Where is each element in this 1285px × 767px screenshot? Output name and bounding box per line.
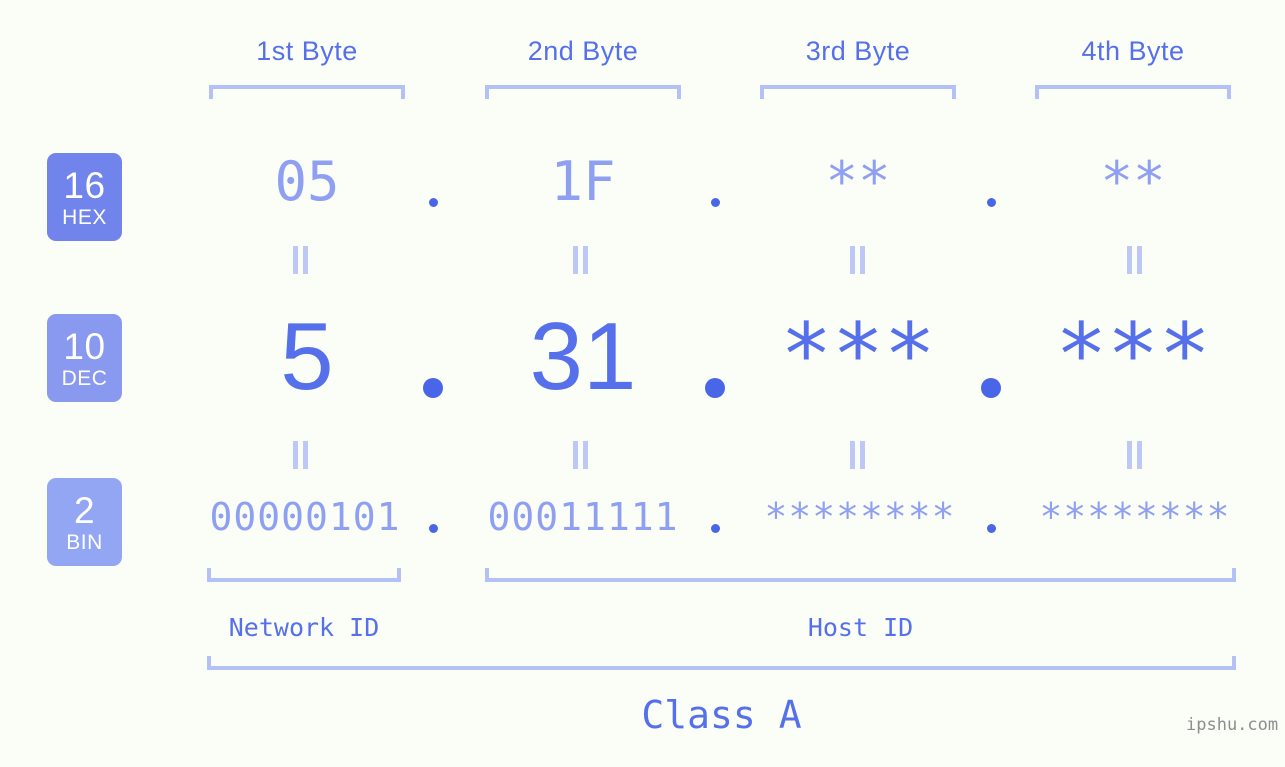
equals-icon-dec-bin-3 — [850, 441, 866, 469]
watermark: ipshu.com — [1186, 715, 1279, 735]
equals-icon-hex-dec-4 — [1127, 246, 1143, 274]
byte-header-label-4: 4th Byte — [1081, 36, 1185, 66]
bin-value-byte-4: ******** — [1039, 495, 1231, 539]
dec-value-byte-2: 31 — [529, 303, 637, 410]
host-id-bracket — [485, 568, 1236, 582]
byte-bracket-2 — [485, 85, 681, 99]
bin-value-byte-1: 00000101 — [209, 495, 401, 539]
equals-icon-dec-bin-1 — [293, 441, 309, 469]
byte-header-label-1: 1st Byte — [256, 36, 358, 66]
network-id-label: Network ID — [228, 613, 380, 642]
dec-value-byte-4: *** — [1055, 305, 1211, 405]
dec-value-byte-3: *** — [780, 305, 936, 405]
equals-icon-hex-dec-3 — [850, 246, 866, 274]
class-bracket — [207, 656, 1236, 670]
bin-separator-dot-1 — [429, 524, 438, 533]
dec-separator-dot-3 — [981, 378, 1001, 398]
hex-value-byte-1: 05 — [274, 150, 340, 213]
hex-value-byte-3: ** — [825, 150, 891, 213]
hex-value-byte-2: 1F — [550, 150, 616, 213]
ip-address-breakdown-diagram: 1st Byte 2nd Byte 3rd Byte 4th Byte 16 H… — [0, 0, 1285, 767]
byte-header-label-3: 3rd Byte — [805, 36, 911, 66]
class-label: Class A — [641, 693, 802, 737]
equals-icon-hex-dec-1 — [293, 246, 309, 274]
base-badge-bin-number: 2 — [73, 489, 96, 531]
bin-value-byte-3: ******** — [764, 495, 956, 539]
base-badge-bin-name: BIN — [66, 530, 103, 554]
byte-header-label-2: 2nd Byte — [527, 36, 639, 66]
dec-separator-dot-1 — [423, 378, 443, 398]
hex-value-byte-4: ** — [1100, 150, 1166, 213]
byte-bracket-4 — [1035, 85, 1231, 99]
hex-separator-dot-2 — [711, 198, 720, 207]
dec-separator-dot-2 — [705, 378, 725, 398]
base-badge-hex-number: 16 — [63, 164, 106, 206]
byte-bracket-3 — [760, 85, 956, 99]
base-badge-hex: 16 HEX — [47, 153, 122, 241]
equals-icon-dec-bin-2 — [573, 441, 589, 469]
equals-icon-hex-dec-2 — [573, 246, 589, 274]
byte-bracket-1 — [209, 85, 405, 99]
base-badge-bin: 2 BIN — [47, 478, 122, 566]
hex-separator-dot-1 — [429, 198, 438, 207]
hex-separator-dot-3 — [987, 198, 996, 207]
dec-value-byte-1: 5 — [280, 303, 334, 410]
base-badge-dec-number: 10 — [63, 325, 106, 367]
equals-icon-dec-bin-4 — [1127, 441, 1143, 469]
host-id-label: Host ID — [807, 613, 914, 642]
base-badge-dec: 10 DEC — [47, 314, 122, 402]
bin-separator-dot-2 — [711, 524, 720, 533]
bin-value-byte-2: 00011111 — [487, 495, 679, 539]
base-badge-hex-name: HEX — [62, 205, 107, 229]
bin-separator-dot-3 — [987, 524, 996, 533]
network-id-bracket — [207, 568, 401, 582]
base-badge-dec-name: DEC — [61, 366, 108, 390]
